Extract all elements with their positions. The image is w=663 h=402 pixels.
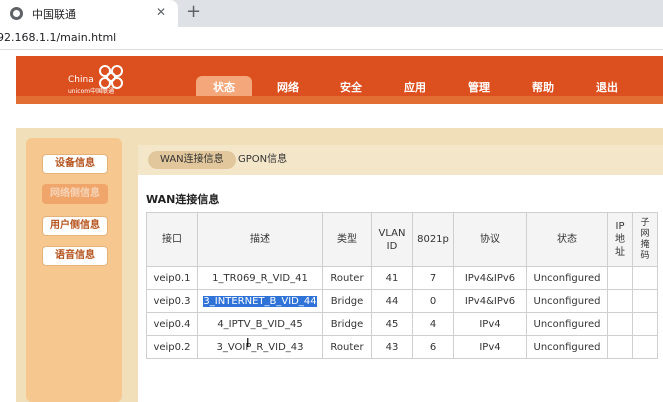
col-description: 描述 [197, 212, 323, 267]
cell-description: 4_IPTV_B_VID_45 [197, 312, 323, 336]
browser-tab-bar: 中国联通 ✕ + [0, 0, 663, 27]
table-header-row: 接口 描述 类型 VLAN ID 8021p 协议 状态 IP 地 址 子 网 … [146, 212, 658, 267]
cell-status: Unconfigured [526, 266, 608, 290]
col-status: 状态 [526, 212, 608, 267]
wan-table: 接口 描述 类型 VLAN ID 8021p 协议 状态 IP 地 址 子 网 … [146, 212, 658, 359]
logo-text: China [68, 75, 94, 85]
subtab-bar: WAN连接信息 GPON信息 [138, 145, 663, 175]
cell-protocol: IPv4 [453, 335, 527, 359]
cell-8021p: 7 [412, 266, 454, 290]
col-vlan: VLAN ID [371, 212, 413, 267]
col-interface: 接口 [146, 212, 198, 267]
close-icon[interactable]: ✕ [156, 5, 166, 19]
cell-mask [632, 266, 658, 290]
cell-protocol: IPv4 [453, 312, 527, 336]
sidebar-item-network-info[interactable]: 网络侧信息 [42, 184, 108, 204]
table-row: veip0.3 3_INTERNET_B_VID_44 Bridge 44 0 … [146, 289, 658, 313]
logo-subtext: unicom中国联通 [68, 88, 115, 95]
cell-protocol: IPv4&IPv6 [453, 289, 527, 313]
cell-8021p: 6 [412, 335, 454, 359]
cell-type: Bridge [322, 289, 372, 313]
cell-8021p: 4 [412, 312, 454, 336]
table-row: veip0.1 1_TR069_R_VID_41 Router 41 7 IPv… [146, 266, 658, 290]
cell-description: 3_INTERNET_B_VID_44 [197, 289, 323, 313]
subtab-gpon[interactable]: GPON信息 [238, 151, 287, 169]
cell-ip [607, 289, 633, 313]
cell-interface: veip0.4 [146, 312, 198, 336]
cell-ip [607, 266, 633, 290]
cell-protocol: IPv4&IPv6 [453, 266, 527, 290]
cell-ip [607, 335, 633, 359]
col-type: 类型 [322, 212, 372, 267]
tab-title: 中国联通 [32, 8, 76, 21]
cell-interface: veip0.3 [146, 289, 198, 313]
table-row: veip0.4 4_IPTV_B_VID_45 Bridge 45 4 IPv4… [146, 312, 658, 336]
globe-icon [10, 7, 23, 20]
subtab-wan[interactable]: WAN连接信息 [148, 151, 236, 169]
new-tab-button[interactable]: + [186, 1, 201, 22]
cell-8021p: 0 [412, 289, 454, 313]
url-text[interactable]: 92.168.1.1/main.html [0, 31, 116, 44]
table-row: veip0.2 3_VOIP_R_VID_43 Router 43 6 IPv4… [146, 335, 658, 359]
cell-vlan: 45 [371, 312, 413, 336]
cell-description: 1_TR069_R_VID_41 [197, 266, 323, 290]
sidebar-item-user-info[interactable]: 用户侧信息 [42, 216, 108, 236]
col-8021p: 8021p [412, 212, 454, 267]
col-mask: 子 网 掩 码 [632, 212, 658, 267]
main-content: WAN连接信息 GPON信息 WAN连接信息 接口 描述 类型 VLAN ID … [138, 145, 663, 402]
cell-type: Router [322, 266, 372, 290]
sidebar-item-voice-info[interactable]: 语音信息 [42, 246, 108, 266]
cell-type: Bridge [322, 312, 372, 336]
section-title: WAN连接信息 [146, 193, 220, 206]
cell-vlan: 43 [371, 335, 413, 359]
cell-vlan: 44 [371, 289, 413, 313]
cell-mask [632, 289, 658, 313]
selected-text[interactable]: 3_INTERNET_B_VID_44 [203, 295, 317, 307]
cell-description: 3_VOIP_R_VID_43 [197, 335, 323, 359]
cell-mask [632, 335, 658, 359]
header-bar: China unicom中国联通 状态 网络 安全 应用 管理 帮助 退出 [16, 56, 663, 100]
sidebar-item-device-info[interactable]: 设备信息 [42, 154, 108, 174]
cell-status: Unconfigured [526, 335, 608, 359]
cell-type: Router [322, 335, 372, 359]
browser-tab[interactable]: 中国联通 ✕ [0, 0, 178, 27]
col-protocol: 协议 [453, 212, 527, 267]
cell-status: Unconfigured [526, 289, 608, 313]
cell-vlan: 41 [371, 266, 413, 290]
cell-interface: veip0.1 [146, 266, 198, 290]
header-strip [16, 96, 663, 104]
router-page: China unicom中国联通 状态 网络 安全 应用 管理 帮助 退出 设备… [0, 50, 663, 402]
cell-interface: veip0.2 [146, 335, 198, 359]
address-bar[interactable]: 92.168.1.1/main.html [0, 27, 663, 50]
cell-mask [632, 312, 658, 336]
sub-band [16, 104, 663, 128]
col-ip: IP 地 址 [607, 212, 633, 267]
sidebar: 设备信息 网络侧信息 用户侧信息 语音信息 [26, 138, 122, 402]
cell-ip [607, 312, 633, 336]
cell-status: Unconfigured [526, 312, 608, 336]
text-cursor-icon: I [246, 336, 250, 350]
